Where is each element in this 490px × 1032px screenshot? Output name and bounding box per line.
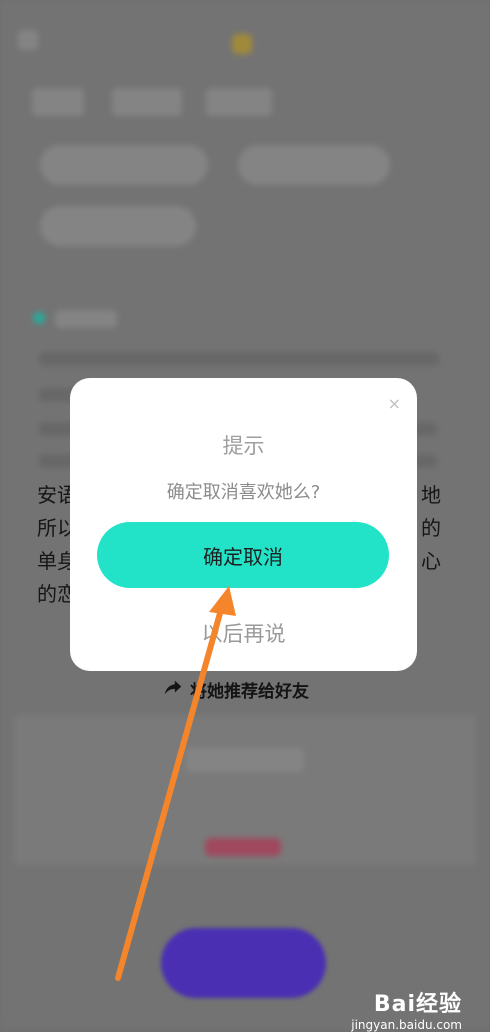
watermark-url: jingyan.baidu.com [351, 1018, 462, 1032]
annotation-arrow [115, 586, 236, 981]
arrow-head [209, 586, 236, 616]
arrow-shaft [115, 603, 225, 981]
baidu-watermark: Bai经验 jingyan.baidu.com [351, 986, 462, 1032]
watermark-brand: Bai经验 [373, 992, 462, 1017]
